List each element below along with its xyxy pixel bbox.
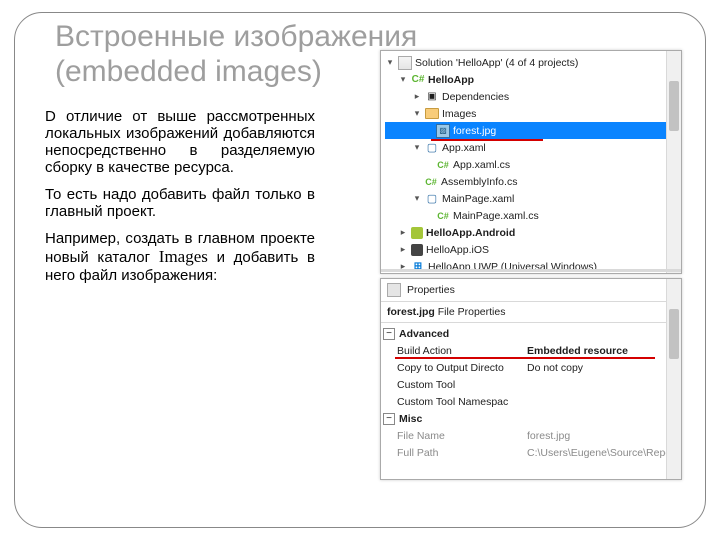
prop-custom-tool[interactable]: Custom Tool	[383, 376, 681, 393]
red-underline-2	[395, 357, 655, 359]
project-android[interactable]: ▸HelloApp.Android	[385, 224, 677, 241]
file-forest-jpg[interactable]: ▨forest.jpg	[385, 122, 677, 139]
paragraph-3: Например, создать в главном проекте новы…	[45, 230, 315, 284]
solution-root[interactable]: ▾ Solution 'HelloApp' (4 of 4 projects)	[385, 54, 677, 71]
prop-copy[interactable]: Copy to Output DirectoDo not copy	[383, 359, 681, 376]
xaml-icon: ▢	[425, 141, 439, 155]
project-helloapp[interactable]: ▾C#HelloApp	[385, 71, 677, 88]
properties-icon	[387, 283, 401, 297]
csproj-icon: C#	[411, 73, 425, 87]
file-assemblyinfo[interactable]: C#AssemblyInfo.cs	[385, 173, 677, 190]
properties-file-title: forest.jpg File Properties	[387, 306, 505, 318]
csharp-icon: C#	[436, 158, 450, 172]
project-uwp[interactable]: ▸⊞HelloApp.UWP (Universal Windows)	[385, 258, 677, 275]
node-dependencies[interactable]: ▸▣Dependencies	[385, 88, 677, 105]
file-app-xaml-cs[interactable]: C#App.xaml.cs	[385, 156, 677, 173]
scrollbar[interactable]	[666, 279, 681, 479]
csharp-icon: C#	[424, 175, 438, 189]
folder-images[interactable]: ▾Images	[385, 105, 677, 122]
xaml-icon: ▢	[425, 192, 439, 206]
solution-explorer: ▾ Solution 'HelloApp' (4 of 4 projects) …	[380, 50, 682, 274]
solution-icon	[398, 56, 412, 70]
file-app-xaml[interactable]: ▾▢App.xaml	[385, 139, 677, 156]
file-mainpage-xaml-cs[interactable]: C#MainPage.xaml.cs	[385, 207, 677, 224]
file-mainpage-xaml[interactable]: ▾▢MainPage.xaml	[385, 190, 677, 207]
folder-icon	[425, 108, 439, 119]
properties-panel: Properties forest.jpg File Properties −A…	[380, 278, 682, 480]
body-text: D отличие от выше рассмотренных локальны…	[45, 108, 315, 294]
project-ios[interactable]: ▸HelloApp.iOS	[385, 241, 677, 258]
prop-fullpath[interactable]: Full PathC:\Users\Eugene\Source\Repo	[383, 444, 681, 461]
paragraph-1: D отличие от выше рассмотренных локальны…	[45, 108, 315, 176]
category-misc[interactable]: −Misc	[383, 410, 681, 427]
prop-filename[interactable]: File Nameforest.jpg	[383, 427, 681, 444]
dependencies-icon: ▣	[425, 90, 439, 104]
red-underline-1	[431, 139, 543, 141]
properties-header: Properties	[407, 284, 455, 296]
csharp-icon: C#	[436, 209, 450, 223]
category-advanced[interactable]: −Advanced	[383, 325, 681, 342]
ios-icon	[411, 244, 423, 256]
scrollbar[interactable]	[666, 51, 681, 273]
prop-custom-tool-ns[interactable]: Custom Tool Namespac	[383, 393, 681, 410]
image-file-icon: ▨	[436, 124, 450, 138]
android-icon	[411, 227, 423, 239]
paragraph-2: То есть надо добавить файл только в глав…	[45, 186, 315, 220]
